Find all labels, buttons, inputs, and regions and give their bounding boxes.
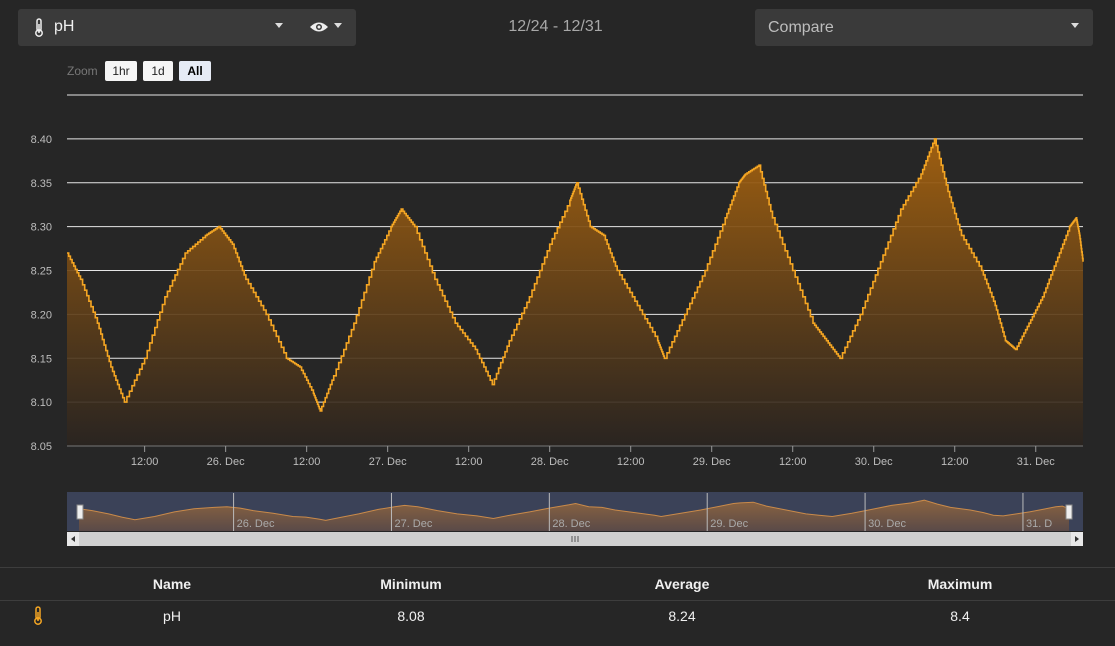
x-tick-label: 29. Dec [693, 456, 731, 468]
x-tick-label: 28. Dec [531, 456, 569, 468]
x-tick-label: 12:00 [131, 456, 159, 468]
y-tick-label: 8.20 [31, 309, 52, 321]
row-average: 8.24 [668, 608, 696, 624]
divider [0, 600, 1115, 601]
y-tick-label: 8.15 [31, 353, 52, 365]
row-name: pH [163, 608, 181, 624]
ph-area-chart[interactable]: 8.05 8.10 8.15 8.20 8.25 8.30 8.35 8.40 12:00 26.… [0, 0, 1115, 560]
header-maximum: Maximum [927, 576, 993, 592]
thermometer-icon [34, 606, 42, 625]
header-average: Average [654, 576, 710, 592]
x-tick-label: 27. Dec [369, 456, 407, 468]
y-tick-label: 8.35 [31, 178, 52, 190]
divider [0, 567, 1115, 568]
navigator-label: 28. Dec [552, 518, 590, 530]
navigator-label: 31. D [1026, 518, 1052, 530]
y-tick-label: 8.40 [31, 134, 52, 146]
x-tick-label: 30. Dec [855, 456, 893, 468]
stats-table: Name Minimum Average Maximum pH 8.08 8.2… [0, 567, 1115, 646]
navigator-right-handle[interactable] [1065, 504, 1073, 520]
x-tick-label: 12:00 [617, 456, 645, 468]
y-tick-label: 8.30 [31, 222, 52, 234]
navigator-label: 26. Dec [237, 518, 275, 530]
x-tick-label: 12:00 [293, 456, 321, 468]
y-tick-label: 8.10 [31, 397, 52, 409]
x-tick-label: 12:00 [455, 456, 483, 468]
navigator-label: 29. Dec [710, 518, 748, 530]
x-tick-label: 12:00 [779, 456, 807, 468]
navigator-label: 30. Dec [868, 518, 906, 530]
navigator-left-handle[interactable] [76, 504, 84, 520]
x-tick-label: 12:00 [941, 456, 969, 468]
x-tick-label: 31. Dec [1017, 456, 1055, 468]
x-tick-label: 26. Dec [207, 456, 245, 468]
row-minimum: 8.08 [397, 608, 425, 624]
y-tick-label: 8.05 [31, 441, 52, 453]
y-tick-label: 8.25 [31, 266, 52, 278]
navigator-label: 27. Dec [394, 518, 432, 530]
row-maximum: 8.4 [950, 608, 970, 624]
header-minimum: Minimum [380, 576, 442, 592]
header-name: Name [152, 576, 192, 592]
